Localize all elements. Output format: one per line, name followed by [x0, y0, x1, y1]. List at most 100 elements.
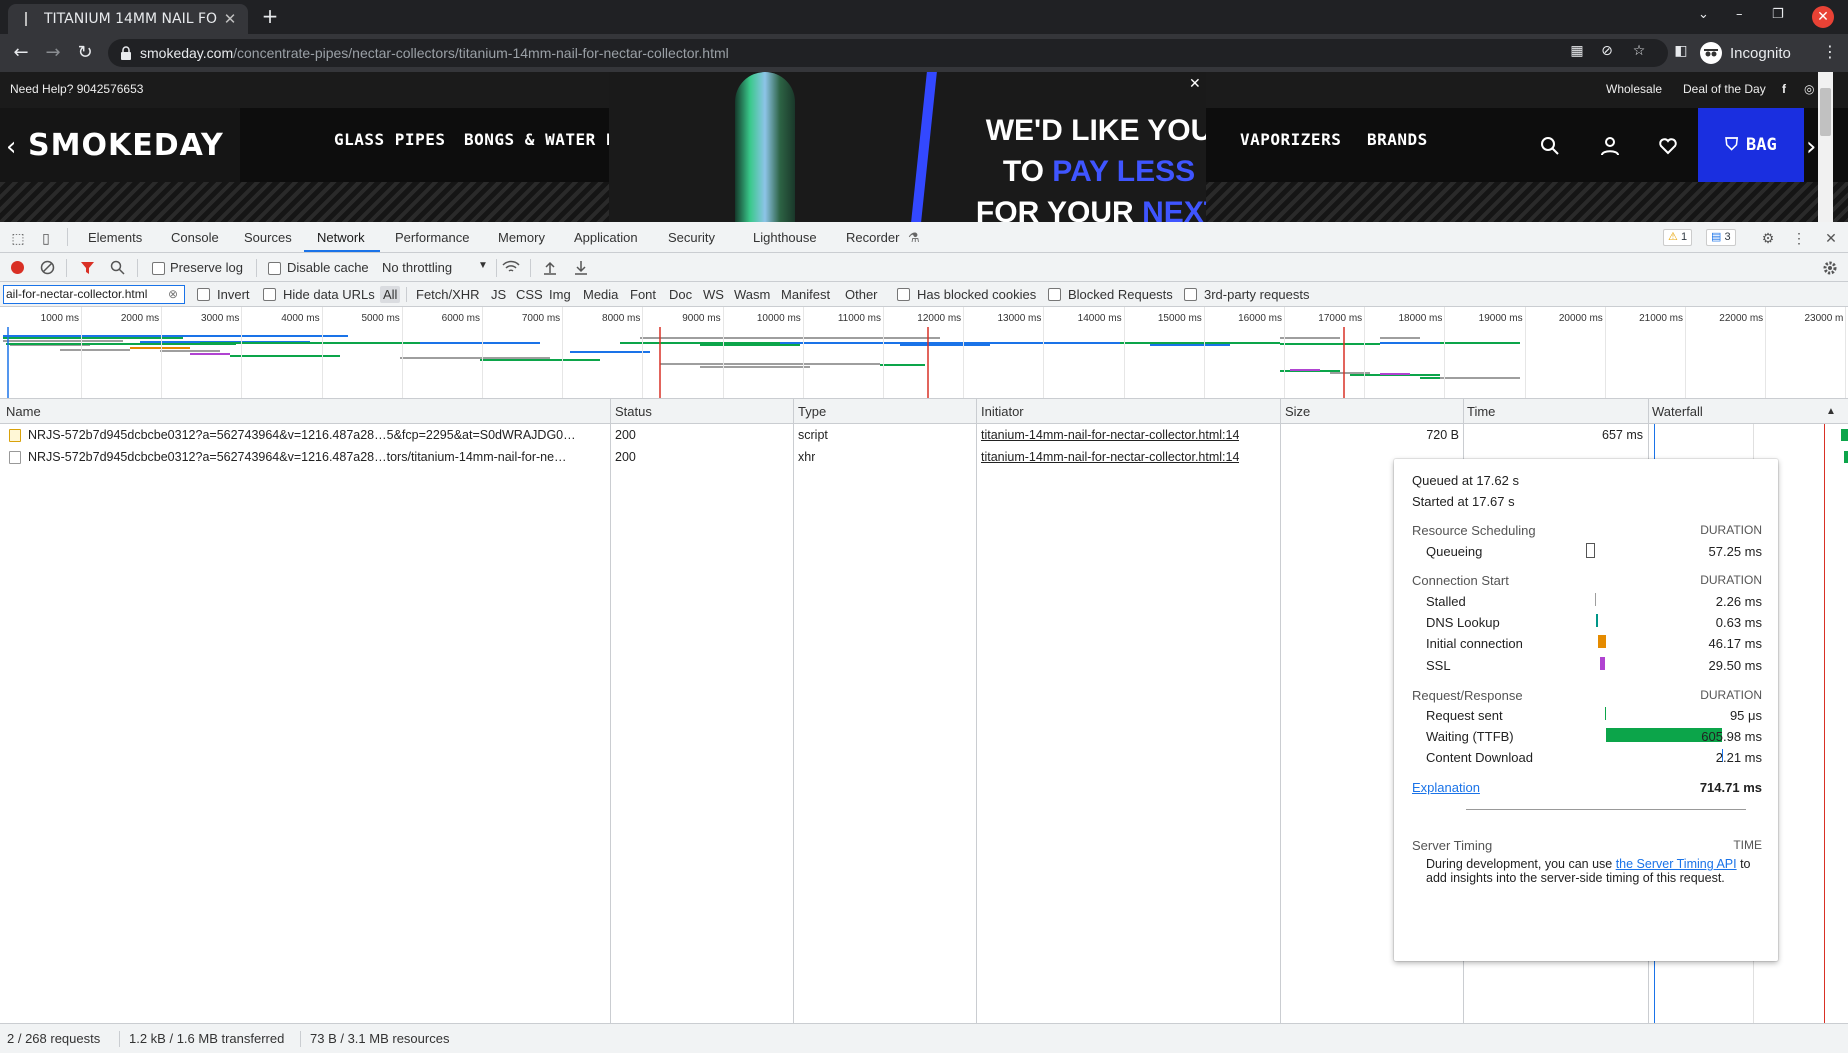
col-initiator[interactable]: Initiator — [981, 404, 1024, 419]
export-har-icon[interactable] — [574, 260, 588, 275]
site-scrollbar-thumb[interactable] — [1820, 88, 1831, 136]
tab-network[interactable]: Network — [317, 230, 365, 245]
request-initiator-link[interactable]: titanium-14mm-nail-for-nectar-collector.… — [981, 428, 1239, 442]
type-filter-doc[interactable]: Doc — [669, 287, 692, 302]
waterfall-bar[interactable] — [1844, 451, 1848, 463]
col-time[interactable]: Time — [1467, 404, 1495, 419]
request-initiator-link[interactable]: titanium-14mm-nail-for-nectar-collector.… — [981, 450, 1239, 464]
nav-glass-pipes[interactable]: GLASS PIPES — [334, 130, 445, 149]
inspect-element-icon[interactable]: ⬚ — [9, 229, 27, 247]
has-blocked-cookies-checkbox[interactable] — [897, 288, 910, 301]
network-conditions-icon[interactable] — [502, 260, 520, 275]
site-scrollbar[interactable] — [1818, 72, 1833, 222]
browser-tab[interactable]: TITANIUM 14MM NAIL FO ✕ — [8, 4, 248, 34]
type-filter-fetch-xhr[interactable]: Fetch/XHR — [416, 287, 480, 302]
tab-application[interactable]: Application — [574, 230, 638, 245]
messages-badge[interactable]: ▤ 3 — [1706, 229, 1736, 246]
nav-vaporizers[interactable]: VAPORIZERS — [1240, 130, 1341, 149]
chevron-down-icon[interactable]: ▼ — [478, 260, 488, 271]
throttling-select[interactable]: No throttling — [382, 260, 452, 275]
tab-search-icon[interactable]: ⌄ — [1698, 7, 1709, 22]
window-close-icon[interactable]: ✕ — [1812, 6, 1834, 28]
promo-popup[interactable]: WE'D LIKE YOU TO PAY LESS FOR YOUR NEXT … — [609, 72, 1206, 222]
nav-brands[interactable]: BRANDS — [1367, 130, 1428, 149]
disable-cache-checkbox[interactable] — [268, 262, 281, 275]
devtools-close-icon[interactable]: ✕ — [1822, 229, 1840, 247]
device-toolbar-icon[interactable]: ▯ — [37, 229, 55, 247]
type-filter-media[interactable]: Media — [583, 287, 618, 302]
reload-icon[interactable]: ↻ — [74, 42, 96, 64]
tab-sources[interactable]: Sources — [244, 230, 292, 245]
filter-input[interactable]: ail-for-nectar-collector.html — [3, 285, 185, 304]
type-filter-js[interactable]: JS — [491, 287, 506, 302]
devtools-menu-icon[interactable]: ⋮ — [1790, 229, 1808, 247]
side-panel-icon[interactable]: ◧ — [1672, 42, 1690, 60]
blocked-requests-checkbox[interactable] — [1048, 288, 1061, 301]
restore-icon[interactable]: ❐ — [1772, 7, 1784, 22]
record-icon[interactable] — [10, 260, 25, 275]
new-tab-icon[interactable]: + — [260, 6, 280, 26]
account-icon[interactable] — [1600, 136, 1620, 156]
type-filter-font[interactable]: Font — [630, 287, 656, 302]
minimize-icon[interactable]: – — [1736, 7, 1743, 22]
instagram-icon[interactable]: ◎ — [1804, 82, 1814, 96]
browser-menu-icon[interactable]: ⋮ — [1822, 42, 1838, 61]
tracking-blocked-icon[interactable]: ⊘ — [1598, 42, 1616, 60]
invert-checkbox[interactable] — [197, 288, 210, 301]
tab-lighthouse[interactable]: Lighthouse — [753, 230, 817, 245]
tab-recorder[interactable]: Recorder — [846, 230, 899, 245]
network-settings-icon[interactable] — [1822, 260, 1838, 276]
search-icon[interactable] — [110, 260, 125, 275]
promo-close-icon[interactable]: ✕ — [1189, 76, 1201, 92]
carousel-next-icon[interactable]: › — [1806, 132, 1816, 162]
third-party-checkbox[interactable] — [1184, 288, 1197, 301]
explanation-link[interactable]: Explanation — [1412, 780, 1480, 795]
incognito-indicator[interactable]: Incognito — [1700, 39, 1791, 67]
close-tab-icon[interactable]: ✕ — [222, 10, 238, 28]
hide-data-urls-checkbox[interactable] — [263, 288, 276, 301]
clear-icon[interactable] — [40, 260, 55, 275]
type-filter-other[interactable]: Other — [845, 287, 878, 302]
bag-button[interactable]: ⛉ BAG — [1698, 108, 1804, 182]
type-filter-manifest[interactable]: Manifest — [781, 287, 830, 302]
tab-security[interactable]: Security — [668, 230, 715, 245]
need-help-phone[interactable]: Need Help? 9042576653 — [10, 82, 143, 96]
col-status[interactable]: Status — [615, 404, 652, 419]
type-filter-all[interactable]: All — [380, 286, 401, 303]
carousel-prev-icon[interactable]: ‹ — [6, 132, 16, 162]
type-filter-css[interactable]: CSS — [516, 287, 543, 302]
network-overview-timeline[interactable]: 1000 ms 2000 ms 3000 ms 4000 ms 5000 ms 6000 … — [0, 307, 1848, 399]
filter-icon[interactable] — [80, 261, 95, 275]
tab-elements[interactable]: Elements — [88, 230, 142, 245]
waterfall-bar[interactable] — [1841, 429, 1848, 441]
col-name[interactable]: Name — [6, 404, 41, 419]
col-size[interactable]: Size — [1285, 404, 1310, 419]
tab-performance[interactable]: Performance — [395, 230, 469, 245]
bookmark-star-icon[interactable]: ☆ — [1630, 42, 1648, 60]
back-icon[interactable]: ← — [10, 42, 32, 64]
address-bar[interactable]: smokeday.com/concentrate-pipes/nectar-co… — [108, 39, 1668, 67]
wholesale-link[interactable]: Wholesale — [1606, 82, 1662, 96]
devtools-settings-icon[interactable]: ⚙ — [1759, 229, 1777, 247]
forward-icon[interactable]: → — [42, 42, 64, 64]
sort-ascending-icon[interactable]: ▲ — [1826, 406, 1836, 417]
request-row[interactable]: NRJS-572b7d945dcbcbe0312?a=562743964&v=1… — [0, 424, 1643, 446]
facebook-icon[interactable]: f — [1782, 82, 1786, 96]
import-har-icon[interactable] — [543, 260, 557, 275]
preserve-log-checkbox[interactable] — [152, 262, 165, 275]
type-filter-wasm[interactable]: Wasm — [734, 287, 770, 302]
tab-memory[interactable]: Memory — [498, 230, 545, 245]
type-filter-ws[interactable]: WS — [703, 287, 724, 302]
tab-console[interactable]: Console — [171, 230, 219, 245]
clear-filter-icon[interactable]: ⊗ — [168, 287, 178, 301]
wishlist-heart-icon[interactable] — [1658, 136, 1678, 156]
type-filter-img[interactable]: Img — [549, 287, 571, 302]
col-type[interactable]: Type — [798, 404, 826, 419]
deal-of-the-day-link[interactable]: Deal of the Day — [1683, 82, 1766, 96]
qr-code-icon[interactable]: ▦ — [1568, 42, 1586, 60]
smokeday-logo[interactable]: SMOKEDAY — [0, 108, 240, 182]
server-timing-api-link[interactable]: the Server Timing API — [1616, 857, 1737, 871]
col-waterfall[interactable]: Waterfall — [1652, 404, 1703, 419]
search-icon[interactable] — [1540, 136, 1560, 156]
warnings-badge[interactable]: ⚠ 1 — [1663, 229, 1693, 246]
